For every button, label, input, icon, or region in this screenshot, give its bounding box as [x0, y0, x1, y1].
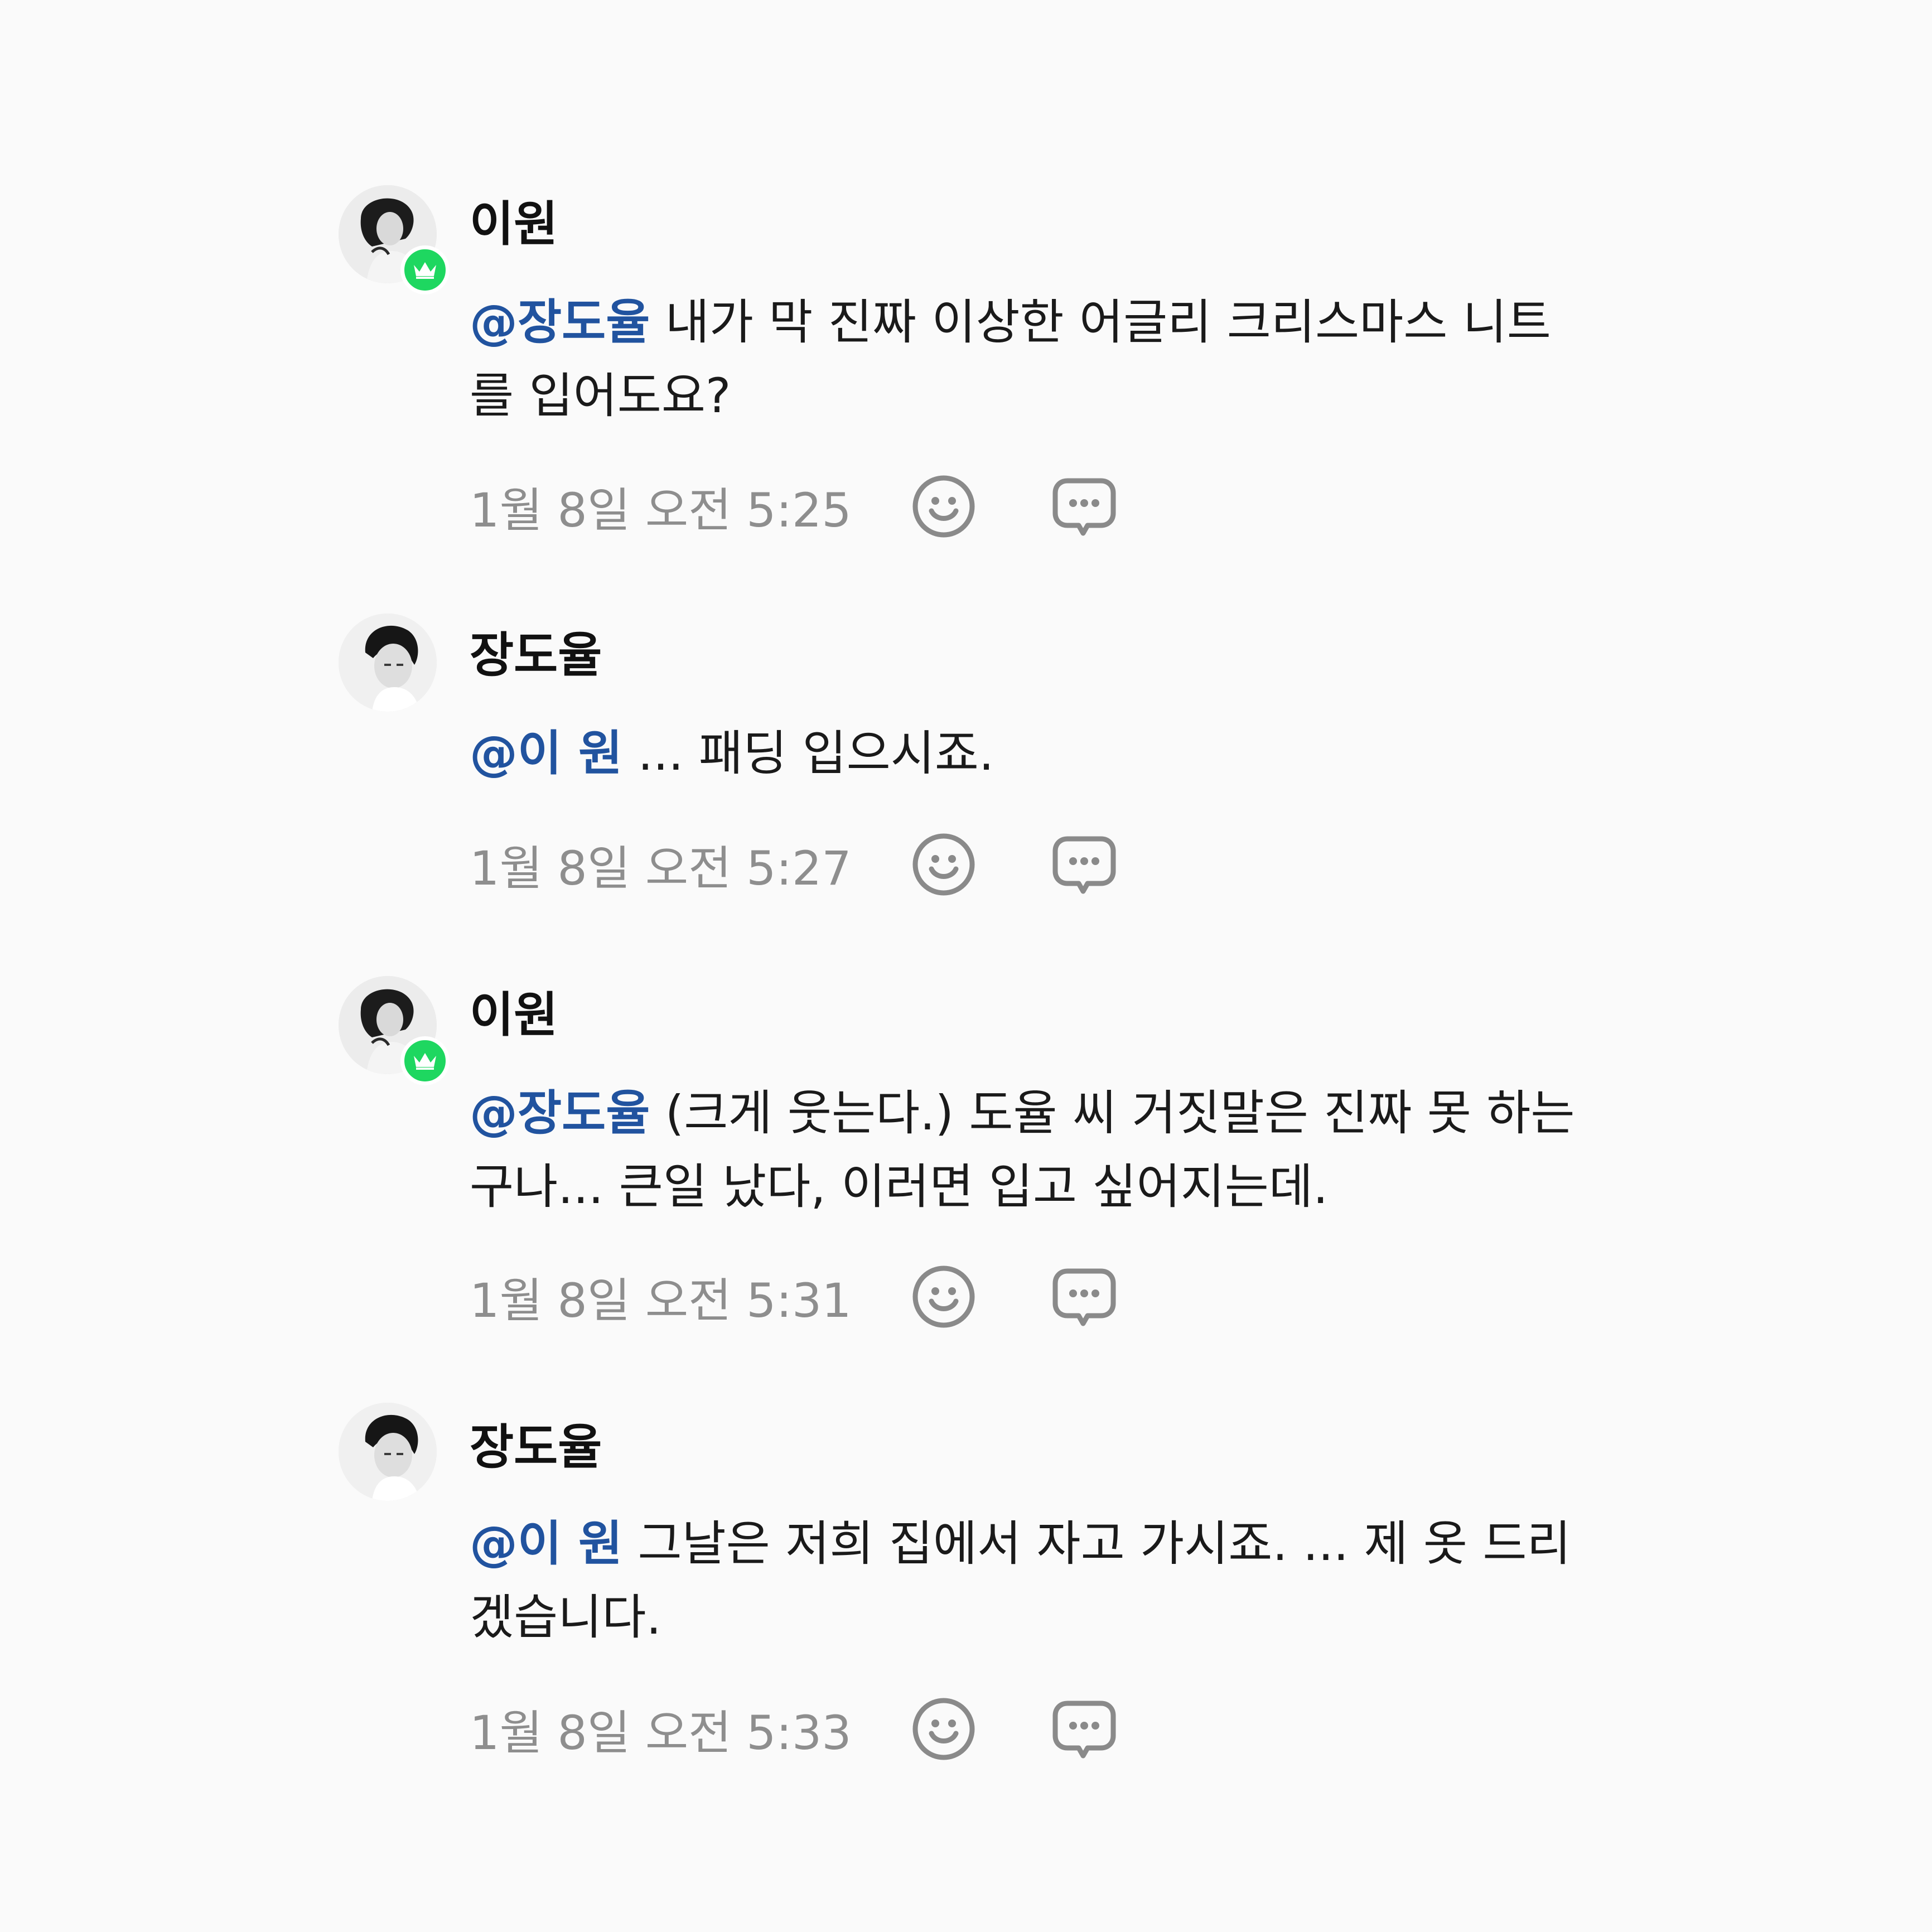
- comment-message: ... 패딩 입으시죠.: [622, 726, 994, 781]
- avatar[interactable]: [339, 614, 437, 712]
- smiley-icon[interactable]: [910, 831, 977, 898]
- comment-bubble-icon[interactable]: [1051, 1263, 1118, 1330]
- smiley-icon[interactable]: [910, 1263, 977, 1330]
- comment-bubble-icon[interactable]: [1051, 1696, 1118, 1762]
- timestamp: 1월 8일 오전 5:25: [470, 482, 852, 538]
- comment-meta: 1월 8일 오전 5:31: [470, 1263, 1191, 1330]
- comment-author[interactable]: 장도율: [470, 1417, 602, 1478]
- comment-text: @이 원 그날은 저희 집에서 자고 가시죠. ... 제 옷 드리겠습니다.: [470, 1507, 1585, 1654]
- comment-message: 그날은 저희 집에서 자고 가시죠. ... 제 옷 드리겠습니다.: [470, 1516, 1571, 1645]
- comment-meta: 1월 8일 오전 5:33: [470, 1696, 1191, 1762]
- comment-author[interactable]: 이원: [470, 984, 558, 1046]
- smiley-icon[interactable]: [910, 1696, 977, 1762]
- mention-link[interactable]: @장도율: [470, 294, 650, 350]
- comment-meta: 1월 8일 오전 5:25: [470, 473, 1191, 540]
- comment-text: @장도율 (크게 웃는다.) 도율 씨 거짓말은 진짜 못 하는구나... 큰일…: [470, 1076, 1585, 1224]
- timestamp: 1월 8일 오전 5:31: [470, 1273, 852, 1328]
- comment-author[interactable]: 장도율: [470, 625, 602, 686]
- mention-link[interactable]: @이 원: [470, 1516, 622, 1572]
- comment-meta: 1월 8일 오전 5:27: [470, 831, 1191, 898]
- comment-bubble-icon[interactable]: [1051, 473, 1118, 540]
- smiley-icon[interactable]: [910, 473, 977, 540]
- avatar[interactable]: [339, 1403, 437, 1501]
- timestamp: 1월 8일 오전 5:27: [470, 841, 852, 896]
- comment-author[interactable]: 이원: [470, 194, 558, 255]
- comment-text: @장도율 내가 막 진짜 이상한 어글리 크리스마스 니트를 입어도요?: [470, 286, 1585, 433]
- crown-icon: [400, 245, 450, 294]
- mention-link[interactable]: @장도율: [470, 1085, 650, 1141]
- timestamp: 1월 8일 오전 5:33: [470, 1705, 852, 1760]
- comment-text: @이 원 ... 패딩 입으시죠.: [470, 717, 1585, 790]
- comment-bubble-icon[interactable]: [1051, 831, 1118, 898]
- mention-link[interactable]: @이 원: [470, 726, 622, 781]
- crown-icon: [400, 1036, 450, 1085]
